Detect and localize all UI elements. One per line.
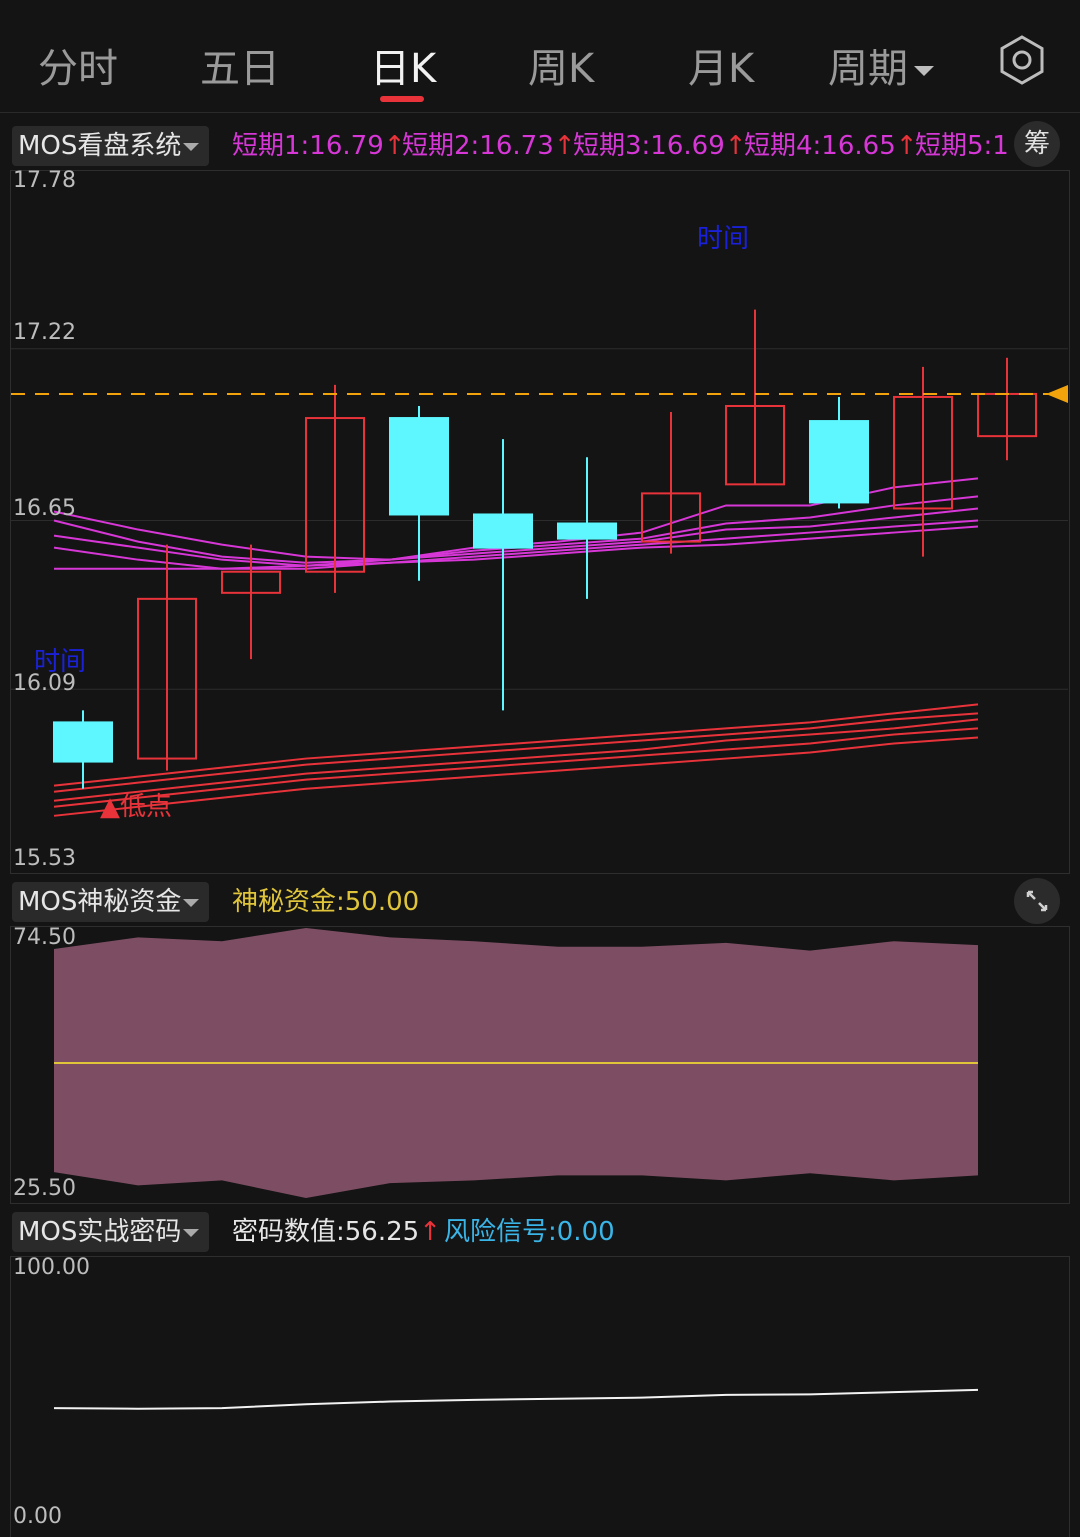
red-ma-line <box>53 727 979 808</box>
y-tick-label: 16.65 <box>13 496 76 521</box>
fund-legend: MOS神秘资金 神秘资金:50.00 <box>10 876 1068 924</box>
code-value-label: 密码数值:56.25↑ <box>232 1217 441 1247</box>
chevron-down-icon <box>183 1228 200 1237</box>
fund-indicator-selector[interactable]: MOS神秘资金 <box>12 882 210 922</box>
current-price-marker <box>1046 384 1068 403</box>
y-tick-label: 74.50 <box>13 925 76 950</box>
candle-body-fall <box>473 513 533 549</box>
chevron-down-icon <box>183 898 200 907</box>
red-ma-line <box>53 718 979 802</box>
y-tick-label: 17.78 <box>13 168 76 193</box>
risk-signal-label: 风险信号:0.00 <box>444 1217 615 1247</box>
time-marker-top: 时间 <box>697 224 750 254</box>
y-tick-label: 25.50 <box>13 1176 76 1201</box>
candle-body-fall <box>809 420 869 504</box>
code-indicator-selector[interactable]: MOS实战密码 <box>12 1212 210 1252</box>
time-marker-left: 时间 <box>34 647 87 677</box>
candle-body-fall <box>389 417 449 516</box>
y-tick-label: 100.00 <box>13 1255 90 1280</box>
candle-body-fall <box>557 522 617 540</box>
candle-body-fall <box>53 721 113 763</box>
low-point-marker: ▲低点 <box>100 792 172 822</box>
code-panel <box>10 1256 1070 1537</box>
expand-arrows-icon[interactable] <box>1014 878 1060 924</box>
code-selector-label: MOS实战密码 <box>18 1217 182 1247</box>
y-tick-label: 15.53 <box>13 846 76 871</box>
y-tick-label: 17.22 <box>13 320 76 345</box>
y-tick-label: 0.00 <box>13 1504 62 1529</box>
fund-selector-label: MOS神秘资金 <box>18 887 182 917</box>
red-ma-line <box>53 712 979 793</box>
fund-panel <box>10 926 1070 1204</box>
fund-value-label: 神秘资金:50.00 <box>232 887 420 917</box>
code-legend: MOS实战密码 密码数值:56.25↑ 风险信号:0.00 <box>10 1206 1068 1254</box>
